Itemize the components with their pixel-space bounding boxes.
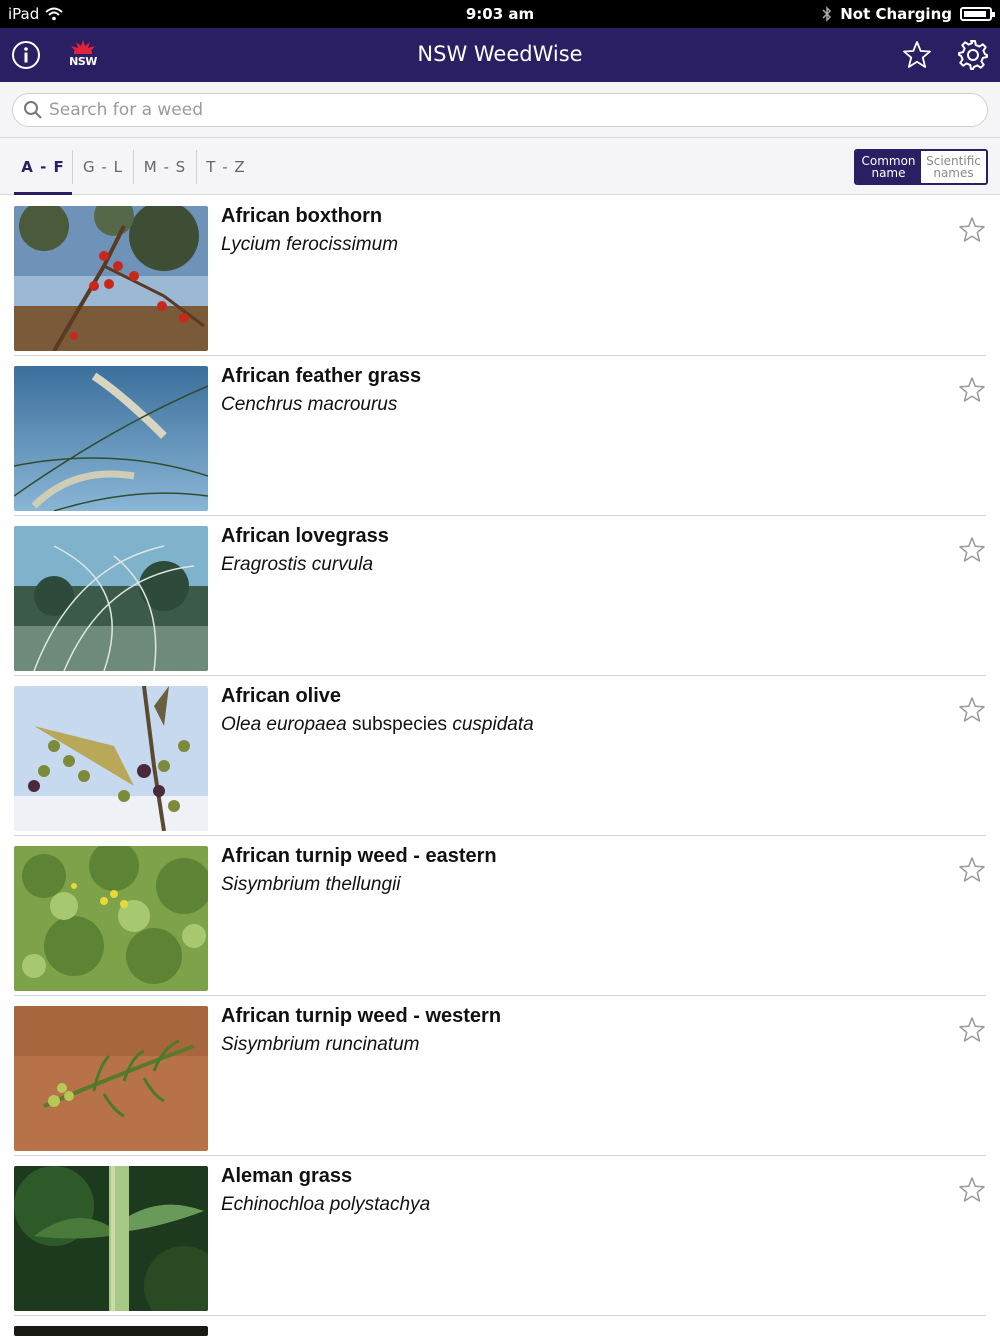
scientific-name-option[interactable]: Scientific names <box>921 151 986 183</box>
common-name-label-2: name <box>871 166 906 180</box>
favorite-star-icon[interactable] <box>958 216 986 244</box>
alphabet-tabs: A - F G - L M - S T - Z <box>0 138 1000 195</box>
weed-common-name: African lovegrass <box>221 525 389 547</box>
weed-photo <box>14 526 208 671</box>
search-bar-container <box>0 82 1000 138</box>
weed-common-name: African turnip weed - eastern <box>221 845 497 867</box>
weed-scientific-name: Cenchrus macrourus <box>221 394 397 416</box>
list-item[interactable]: Aleman grass Echinochloa polystachya <box>0 1156 1000 1316</box>
battery-icon <box>960 7 995 21</box>
search-icon <box>24 101 42 119</box>
gear-icon <box>958 40 988 70</box>
favorites-button[interactable] <box>900 38 934 72</box>
weed-list: African boxthorn Lycium ferocissimum Afr… <box>0 196 1000 1336</box>
status-right: Not Charging <box>822 5 995 23</box>
sci-name-part: Cenchrus macrourus <box>221 394 398 415</box>
weed-common-name: Aleman grass <box>221 1165 353 1187</box>
list-item[interactable]: African lovegrass Eragrostis curvula <box>0 516 1000 676</box>
weed-photo <box>14 846 208 991</box>
favorite-star-icon[interactable] <box>958 1016 986 1044</box>
weed-thumbnail <box>14 206 208 351</box>
list-item[interactable]: African turnip weed - eastern Sisymbrium… <box>0 836 1000 996</box>
tab-g-l[interactable]: G - L <box>73 138 133 195</box>
favorite-star-icon[interactable] <box>958 1176 986 1204</box>
tab-m-s[interactable]: M - S <box>134 138 196 195</box>
weed-scientific-name: Olea europaea subspecies cuspidata <box>221 714 534 736</box>
search-field[interactable] <box>12 93 988 127</box>
tab-t-z[interactable]: T - Z <box>197 138 255 195</box>
favorite-star-icon[interactable] <box>958 536 986 564</box>
weed-common-name: African boxthorn <box>221 205 383 227</box>
list-item[interactable]: African feather grass Cenchrus macrourus <box>0 356 1000 516</box>
weed-scientific-name: Lycium ferocissimum <box>221 234 398 256</box>
nav-bar: NSW NSW WeedWise <box>0 28 1000 82</box>
weed-thumbnail <box>14 846 208 991</box>
favorite-star-icon[interactable] <box>958 696 986 724</box>
common-name-option[interactable]: Common name <box>856 151 921 183</box>
sci-name-part: Sisymbrium runcinatum <box>221 1034 420 1055</box>
weed-thumbnail <box>14 1326 208 1336</box>
charging-status: Not Charging <box>840 5 952 23</box>
tab-a-f[interactable]: A - F <box>14 138 72 195</box>
weed-photo <box>14 1006 208 1151</box>
list-item[interactable]: African olive Olea europaea subspecies c… <box>0 676 1000 836</box>
weed-thumbnail <box>14 526 208 671</box>
search-input[interactable] <box>49 100 949 120</box>
weed-photo <box>14 206 208 351</box>
weed-photo <box>14 1326 208 1336</box>
list-item[interactable]: African boxthorn Lycium ferocissimum <box>0 196 1000 356</box>
bluetooth-icon <box>822 6 832 22</box>
weed-photo <box>14 686 208 831</box>
name-type-toggle: Common name Scientific names <box>854 149 988 185</box>
weed-photo <box>14 1166 208 1311</box>
weed-common-name: African olive <box>221 685 342 707</box>
weed-thumbnail <box>14 366 208 511</box>
sci-name-part: Echinochloa polystachya <box>221 1194 431 1215</box>
favorite-star-icon[interactable] <box>958 376 986 404</box>
sci-name-part: Olea europaea <box>221 714 347 735</box>
star-icon <box>903 41 931 68</box>
weed-thumbnail <box>14 686 208 831</box>
weed-scientific-name: Echinochloa polystachya <box>221 1194 430 1216</box>
weed-photo <box>14 366 208 511</box>
sci-name-part: cuspidata <box>452 714 534 735</box>
sci-name-part: Lycium ferocissimum <box>221 234 399 255</box>
weed-scientific-name: Sisymbrium runcinatum <box>221 1034 420 1056</box>
status-bar: iPad 9:03 am Not Charging <box>0 0 1000 28</box>
list-item[interactable]: African turnip weed - western Sisymbrium… <box>0 996 1000 1156</box>
weed-thumbnail <box>14 1006 208 1151</box>
sci-name-part: Sisymbrium thellungii <box>221 874 401 895</box>
sci-name-part: Eragrostis curvula <box>221 554 374 575</box>
weed-common-name: African feather grass <box>221 365 422 387</box>
page-title: NSW WeedWise <box>417 42 583 66</box>
scientific-name-label-2: names <box>933 166 974 180</box>
sci-name-qualifier: subspecies <box>346 714 453 735</box>
weed-scientific-name: Sisymbrium thellungii <box>221 874 401 896</box>
weed-scientific-name: Eragrostis curvula <box>221 554 373 576</box>
weed-common-name: African turnip weed - western <box>221 1005 502 1027</box>
list-item-partial[interactable] <box>0 1316 1000 1336</box>
settings-button[interactable] <box>956 38 990 72</box>
favorite-star-icon[interactable] <box>958 856 986 884</box>
weed-thumbnail <box>14 1166 208 1311</box>
